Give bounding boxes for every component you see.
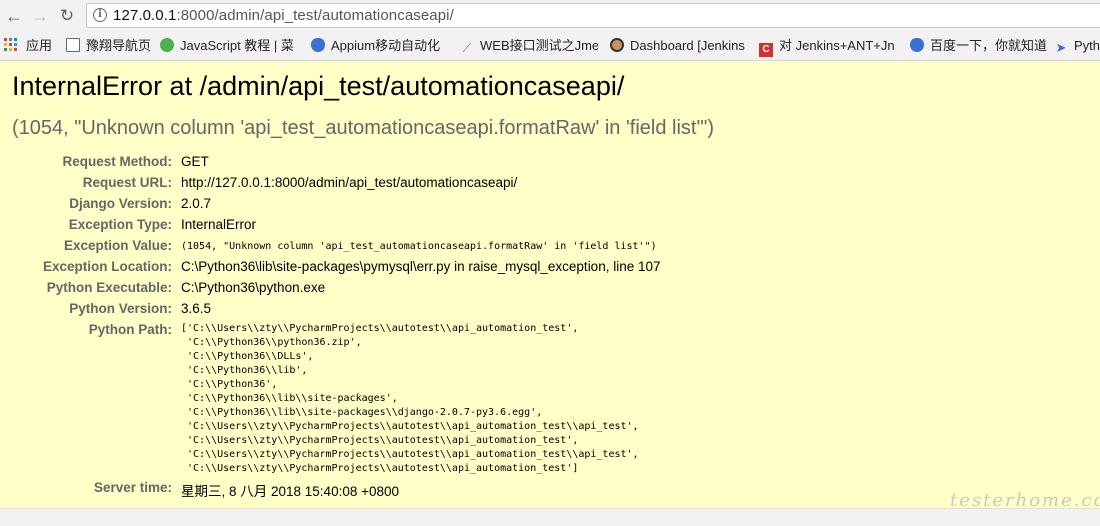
python-path-entry: 'C:\\Users\\zty\\PycharmProjects\\autote…: [181, 463, 579, 474]
error-subtitle: (1054, "Unknown column 'api_test_automat…: [12, 117, 715, 139]
bookmark-item[interactable]: ➤ Pyth: [1054, 35, 1100, 57]
meta-row: Request Method: GET: [0, 152, 1100, 173]
bookmark-item[interactable]: Appium移动自动化: [311, 35, 451, 57]
baidu-paw-icon: [311, 38, 325, 52]
address-url[interactable]: 127.0.0.1:8000/admin/api_test/automation…: [113, 7, 454, 24]
bookmark-item[interactable]: C 对 Jenkins+ANT+Jn: [759, 35, 899, 57]
python-path-entry: ['C:\\Users\\zty\\PycharmProjects\\autot…: [181, 323, 579, 334]
baidu-paw-icon: [910, 38, 924, 52]
bookmark-label: 对 Jenkins+ANT+Jn: [779, 38, 895, 53]
bookmark-label: 豫翔导航页: [86, 38, 152, 53]
apps-grid-icon: [4, 38, 18, 52]
bookmark-label: WEB接口测试之Jme: [480, 38, 598, 53]
meta-label: Request Method:: [62, 154, 173, 169]
meta-row: Django Version: 2.0.7: [0, 194, 1100, 215]
meta-value: http://127.0.0.1:8000/admin/api_test/aut…: [181, 175, 518, 190]
bookmark-apps[interactable]: 应用: [4, 35, 56, 57]
meta-value: InternalError: [181, 217, 257, 232]
python-path-entry: 'C:\\Python36\\lib\\site-packages\\djang…: [181, 407, 543, 418]
browser-chrome: ← → ↻ i 127.0.0.1:8000/admin/api_test/au…: [0, 0, 1100, 61]
python-path-list: ['C:\\Users\\zty\\PycharmProjects\\autot…: [181, 322, 639, 476]
bookmark-label: 应用: [26, 38, 53, 53]
meta-row: Exception Type: InternalError: [0, 215, 1100, 236]
python-path-entry: 'C:\\Python36\\lib',: [181, 365, 308, 376]
meta-row: Python Executable: C:\Python36\python.exe: [0, 278, 1100, 299]
meta-label: Request URL:: [82, 175, 172, 190]
meta-row: Exception Value: (1054, "Unknown column '…: [0, 236, 1100, 257]
meta-value: GET: [181, 154, 209, 169]
meta-row: Request URL: http://127.0.0.1:8000/admin/…: [0, 173, 1100, 194]
bookmarks-bar: 应用 豫翔导航页 JavaScript 教程 | 菜 Appium移动自动化 ⟋…: [0, 35, 1100, 57]
watermark-text: testerhome.com: [950, 490, 1100, 511]
slash-icon: ⟋: [462, 41, 472, 55]
bookmark-item[interactable]: JavaScript 教程 | 菜: [160, 35, 298, 57]
bookmark-item[interactable]: 百度一下，你就知道: [910, 35, 1048, 57]
rocket-icon: ➤: [1055, 40, 1067, 55]
meta-label: Exception Value:: [63, 238, 172, 253]
bookmark-label: Pyth: [1074, 38, 1100, 53]
bookmark-label: Appium移动自动化: [331, 38, 441, 53]
bookmark-item[interactable]: 豫翔导航页: [66, 35, 152, 57]
meta-value: C:\Python36\python.exe: [181, 280, 326, 295]
meta-value: (1054, "Unknown column 'api_test_automat…: [181, 241, 657, 252]
bookmark-label: 百度一下，你就知道: [930, 38, 1048, 53]
python-path-entry: 'C:\\Python36\\DLLs',: [181, 351, 314, 362]
green-circle-icon: [160, 38, 174, 52]
server-time-value: 星期三, 8 八月 2018 15:40:08 +0800: [181, 484, 400, 499]
meta-row: Python Version: 3.6.5: [0, 299, 1100, 320]
url-host: 127.0.0.1: [113, 7, 177, 24]
python-path-entry: 'C:\\Python36\\lib\\site-packages',: [181, 393, 398, 404]
page-icon: [66, 38, 80, 52]
url-path: :8000/admin/api_test/automationcaseapi/: [176, 7, 454, 24]
meta-value: C:\Python36\lib\site-packages\pymysql\er…: [181, 259, 661, 274]
server-time-row: Server time: 星期三, 8 八月 2018 15:40:08 +08…: [0, 478, 1100, 499]
site-info-icon[interactable]: i: [93, 8, 107, 22]
red-c-icon: C: [759, 43, 773, 57]
meta-row: Exception Location: C:\Python36\lib\site-…: [0, 257, 1100, 278]
reload-icon[interactable]: ↻: [57, 6, 77, 26]
meta-label: Server time:: [93, 480, 172, 495]
meta-label: Exception Location:: [42, 259, 172, 274]
meta-value: 3.6.5: [181, 301, 212, 316]
meta-label: Django Version:: [69, 196, 172, 211]
bookmark-label: Dashboard [Jenkins: [630, 38, 745, 53]
meta-label: Python Executable:: [46, 280, 172, 295]
python-path-entry: 'C:\\Users\\zty\\PycharmProjects\\autote…: [181, 435, 579, 446]
python-path-entry: 'C:\\Python36',: [181, 379, 278, 390]
meta-label: Exception Type:: [68, 217, 172, 232]
python-path-entry: 'C:\\Users\\zty\\PycharmProjects\\autote…: [181, 449, 639, 460]
back-arrow-icon[interactable]: ←: [4, 6, 24, 26]
bookmark-label: JavaScript 教程 | 菜: [180, 38, 294, 53]
python-path-entry: 'C:\\Python36\\python36.zip',: [181, 337, 362, 348]
bookmark-item[interactable]: ⟋ WEB接口测试之Jme: [460, 35, 598, 57]
python-path-entry: 'C:\\Users\\zty\\PycharmProjects\\autote…: [181, 421, 639, 432]
error-title: InternalError at /admin/api_test/automat…: [12, 71, 625, 101]
address-bar[interactable]: i 127.0.0.1:8000/admin/api_test/automati…: [86, 3, 1100, 28]
jenkins-face-icon: [610, 38, 624, 52]
meta-value: 2.0.7: [181, 196, 212, 211]
meta-label: Python Path:: [88, 322, 172, 337]
forward-arrow-icon[interactable]: →: [30, 6, 50, 26]
traceback-section-edge: [0, 508, 1100, 526]
meta-label: Python Version:: [69, 301, 172, 316]
bookmark-item[interactable]: Dashboard [Jenkins: [610, 35, 748, 57]
